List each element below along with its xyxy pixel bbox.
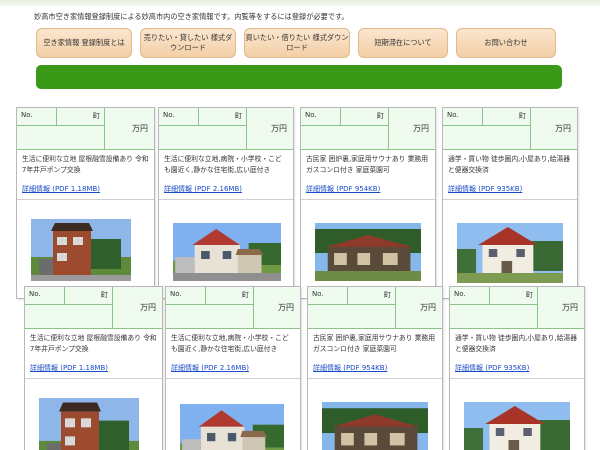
listing-town-label: 町 [57,108,105,126]
listing-town-label: 町 [483,108,531,126]
listing-town-label: 町 [490,287,538,305]
listing-town-label: 町 [348,287,396,305]
listing-blank-cell [443,126,531,150]
listing-divider [301,199,435,200]
listing-no-label: No. [443,108,483,126]
listing-no-label: No. [25,287,65,305]
listing-photo[interactable] [39,398,139,450]
listing-pdf-link[interactable]: 詳細情報 (PDF 935KB) [448,184,522,194]
listing-card: No. 町 万円 古民家 囲炉裏,家庭用サウナあり 業務用ガスコンロ付き 家庭菜… [307,286,443,450]
listing-description: 通学・買い物 徒歩圏内,小屋あり,給湯器と便器交換済 [455,334,578,353]
listing-photo[interactable] [464,402,570,450]
listing-description: 生活に便利な立地 屋根融雪設備あり 令和7年井戸ポンプ交換 [30,334,157,353]
listing-no-label: No. [308,287,348,305]
listing-blank-cell [159,126,247,150]
header-band [0,0,600,6]
listing-header: No. 町 万円 [308,287,442,329]
nav-registration-info[interactable]: 空き家情報 登録制度とは [36,28,132,58]
listing-photo[interactable] [31,219,131,281]
listing-divider [450,378,584,379]
listing-no-label: No. [17,108,57,126]
listing-blank-cell [301,126,389,150]
listing-divider [17,199,154,200]
listing-photo[interactable] [322,402,428,450]
nav-short-stay[interactable]: 短期滞在について [358,28,448,58]
listing-header: No. 町 万円 [301,108,435,150]
listing-divider [443,199,577,200]
intro-text: 妙高市空き家情報登録制度による妙高市内の空き家情報です。内覧等をするには登録が必… [34,12,349,21]
listing-description: 古民家 囲炉裏,家庭用サウナあり 業務用ガスコンロ付き 家庭菜園可 [313,334,436,353]
listing-price-label: 万円 [389,108,435,150]
listing-divider [308,378,442,379]
listing-card: No. 町 万円 生活に便利な立地 屋根融雪設備あり 令和7年井戸ポンプ交換 詳… [16,107,155,299]
listing-divider [166,378,300,379]
listing-header: No. 町 万円 [17,108,154,150]
listing-pdf-link[interactable]: 詳細情報 (PDF 954KB) [313,363,387,373]
listing-header: No. 町 万円 [25,287,162,329]
nav-contact[interactable]: お問い合わせ [456,28,556,58]
listing-blank-cell [166,305,254,329]
nav-buy-forms[interactable]: 買いたい・借りたい 様式ダウンロード [244,28,350,58]
listing-description: 生活に便利な立地,病院・小学校・こども園近く,静かな住宅街,広い庭付き [164,155,282,174]
listing-price-label: 万円 [538,287,584,329]
listing-header: No. 町 万円 [443,108,577,150]
listing-photo[interactable] [173,223,281,281]
listing-card: No. 町 万円 生活に便利な立地,病院・小学校・こども園近く,静かな住宅街,広… [158,107,294,299]
listing-divider [159,199,293,200]
listing-description: 通学・買い物 徒歩圏内,小屋あり,給湯器と便器交換済 [448,155,571,174]
listing-town-label: 町 [341,108,389,126]
listing-header: No. 町 万円 [166,287,300,329]
listing-description: 生活に便利な立地 屋根融雪設備あり 令和7年井戸ポンプ交換 [22,155,149,174]
listing-no-label: No. [159,108,199,126]
listing-price-label: 万円 [531,108,577,150]
listing-header: No. 町 万円 [450,287,584,329]
listing-blank-cell [308,305,396,329]
listing-price-label: 万円 [254,287,300,329]
listing-description: 古民家 囲炉裏,家庭用サウナあり 業務用ガスコンロ付き 家庭菜園可 [306,155,429,174]
listing-card: No. 町 万円 生活に便利な立地 屋根融雪設備あり 令和7年井戸ポンプ交換 詳… [24,286,163,450]
listing-no-label: No. [301,108,341,126]
listing-price-label: 万円 [247,108,293,150]
listing-town-label: 町 [65,287,113,305]
listing-divider [25,378,162,379]
listing-blank-cell [450,305,538,329]
section-banner [36,65,562,89]
listing-pdf-link[interactable]: 詳細情報 (PDF 935KB) [455,363,529,373]
listing-price-label: 万円 [396,287,442,329]
listing-description: 生活に便利な立地,病院・小学校・こども園近く,静かな住宅街,広い庭付き [171,334,289,353]
listing-card: No. 町 万円 通学・買い物 徒歩圏内,小屋あり,給湯器と便器交換済 詳細情報… [442,107,578,299]
listing-price-label: 万円 [113,287,162,329]
listing-photo[interactable] [315,223,421,281]
listing-pdf-link[interactable]: 詳細情報 (PDF 1.18MB) [22,184,100,194]
listing-header: No. 町 万円 [159,108,293,150]
listing-photo[interactable] [457,223,563,283]
listing-card: No. 町 万円 古民家 囲炉裏,家庭用サウナあり 業務用ガスコンロ付き 家庭菜… [300,107,436,299]
listing-no-label: No. [166,287,206,305]
listing-pdf-link[interactable]: 詳細情報 (PDF 2.16MB) [164,184,242,194]
listing-blank-cell [25,305,113,329]
nav-sell-forms[interactable]: 売りたい・貸したい 様式ダウンロード [140,28,236,58]
listing-pdf-link[interactable]: 詳細情報 (PDF 2.16MB) [171,363,249,373]
listing-blank-cell [17,126,105,150]
listing-no-label: No. [450,287,490,305]
listing-card: No. 町 万円 生活に便利な立地,病院・小学校・こども園近く,静かな住宅街,広… [165,286,301,450]
listing-photo[interactable] [180,404,284,450]
listing-town-label: 町 [199,108,247,126]
listing-pdf-link[interactable]: 詳細情報 (PDF 1.18MB) [30,363,108,373]
listing-pdf-link[interactable]: 詳細情報 (PDF 954KB) [306,184,380,194]
listing-town-label: 町 [206,287,254,305]
listing-price-label: 万円 [105,108,154,150]
listing-card: No. 町 万円 通学・買い物 徒歩圏内,小屋あり,給湯器と便器交換済 詳細情報… [449,286,585,450]
